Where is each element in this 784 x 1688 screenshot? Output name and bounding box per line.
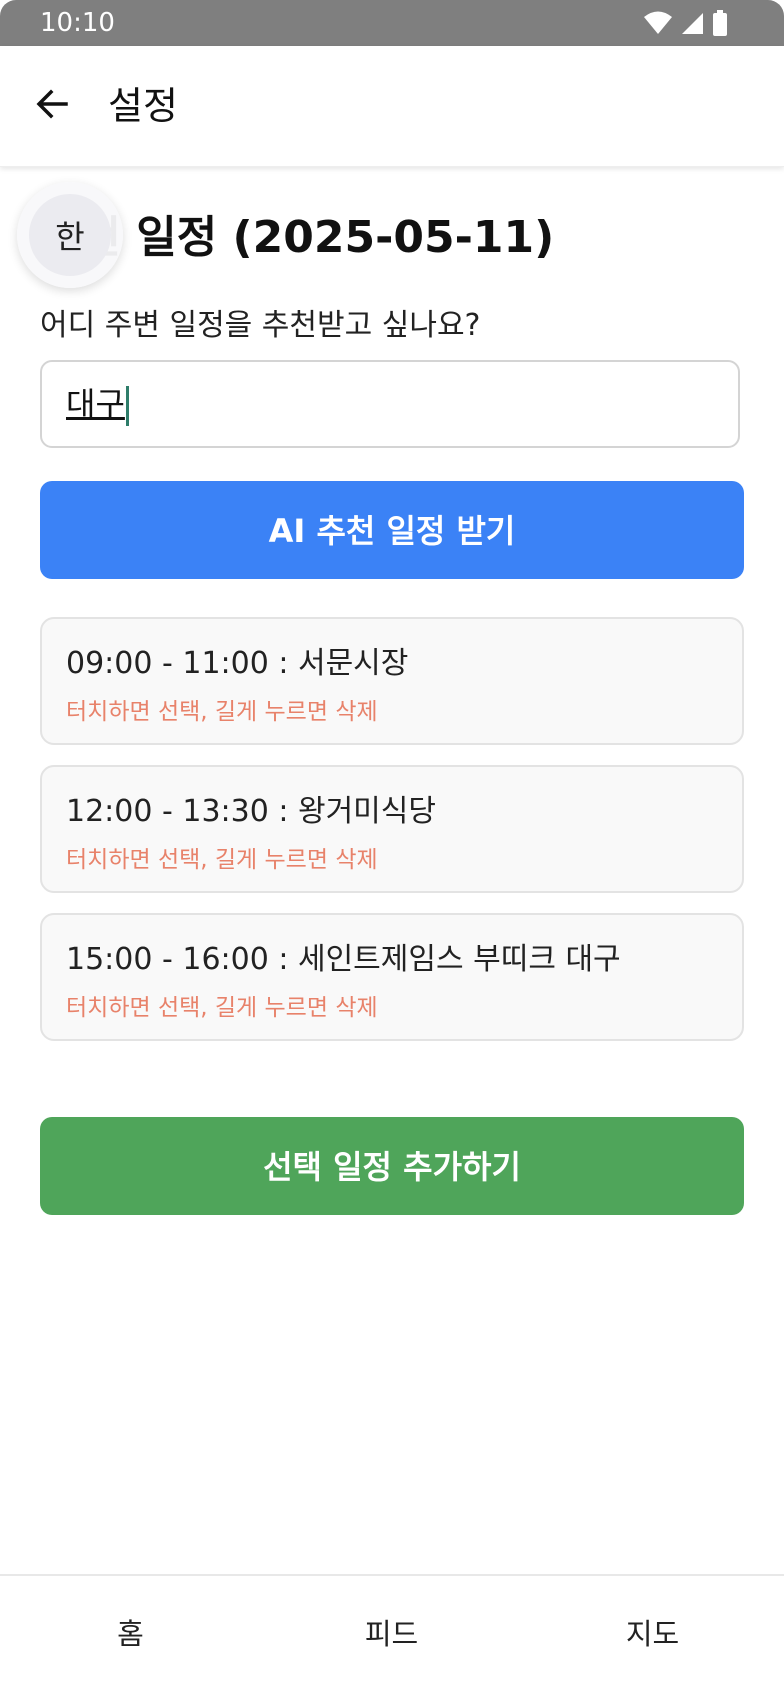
signal-icon bbox=[680, 11, 704, 35]
ime-label: 한 bbox=[29, 194, 111, 276]
text-cursor bbox=[125, 386, 129, 426]
location-input-value: 대구 bbox=[66, 385, 125, 423]
battery-icon bbox=[712, 10, 728, 36]
page-title: 설정 bbox=[108, 84, 178, 128]
nav-item-home[interactable]: 홈 bbox=[0, 1576, 261, 1688]
ai-recommend-button[interactable]: AI 추천 일정 받기 bbox=[40, 481, 744, 579]
add-selected-button[interactable]: 선택 일정 추가하기 bbox=[40, 1117, 744, 1215]
ime-indicator[interactable]: 한 bbox=[17, 182, 123, 288]
bottom-nav: 홈 피드 지도 bbox=[0, 1574, 784, 1688]
location-question: 어디 주변 일정을 추천받고 싶나요? bbox=[40, 308, 481, 343]
schedule-card-title: 12:00 - 13:30 : 왕거미식당 bbox=[66, 794, 436, 829]
wifi-icon bbox=[644, 11, 672, 35]
back-button[interactable] bbox=[24, 78, 80, 134]
schedule-card-hint: 터치하면 선택, 길게 누르면 삭제 bbox=[66, 699, 378, 725]
schedule-card[interactable]: 15:00 - 16:00 : 세인트제임스 부띠크 대구 터치하면 선택, 길… bbox=[40, 913, 744, 1041]
status-icons bbox=[644, 10, 728, 36]
schedule-card[interactable]: 09:00 - 11:00 : 서문시장 터치하면 선택, 길게 누르면 삭제 bbox=[40, 617, 744, 745]
status-time: 10:10 bbox=[40, 8, 115, 38]
schedule-card-title: 09:00 - 11:00 : 서문시장 bbox=[66, 646, 409, 681]
app-bar: 설정 bbox=[0, 46, 784, 167]
location-input[interactable]: 대구 bbox=[40, 360, 740, 448]
arrow-left-icon bbox=[34, 86, 70, 126]
schedule-card[interactable]: 12:00 - 13:30 : 왕거미식당 터치하면 선택, 길게 누르면 삭제 bbox=[40, 765, 744, 893]
schedule-card-title: 15:00 - 16:00 : 세인트제임스 부띠크 대구 bbox=[66, 942, 621, 977]
status-bar: 10:10 bbox=[0, 0, 784, 46]
nav-item-feed[interactable]: 피드 bbox=[261, 1576, 522, 1688]
nav-item-map[interactable]: 지도 bbox=[522, 1576, 783, 1688]
schedule-card-hint: 터치하면 선택, 길게 누르면 삭제 bbox=[66, 995, 378, 1021]
schedule-card-hint: 터치하면 선택, 길게 누르면 삭제 bbox=[66, 847, 378, 873]
